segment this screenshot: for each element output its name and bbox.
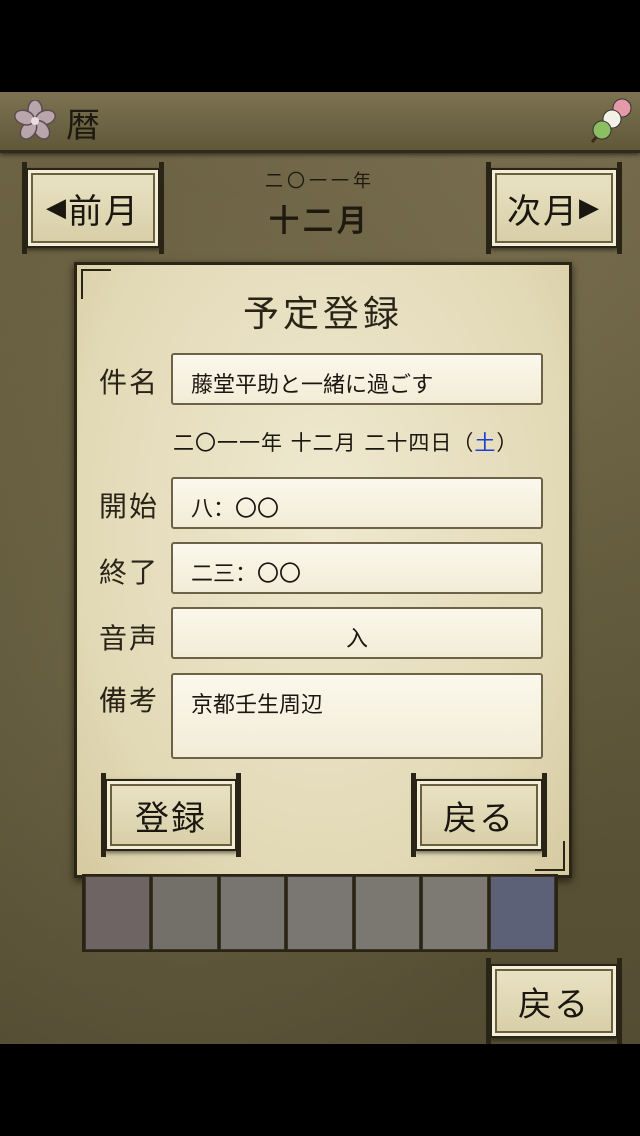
color-swatch[interactable]: [287, 876, 353, 950]
note-field[interactable]: 京都壬生周辺: [171, 673, 543, 759]
subject-field[interactable]: 藤堂平助と一緒に過ごす: [171, 353, 543, 405]
sound-label: 音声: [99, 622, 160, 655]
start-label: 開始: [99, 490, 160, 523]
prev-month-button[interactable]: ◀ 前月: [22, 162, 164, 254]
subject-label: 件名: [99, 366, 160, 399]
end-time-field[interactable]: 二三：〇〇: [171, 542, 543, 594]
color-palette: [82, 874, 558, 952]
date-close: ）: [496, 431, 519, 455]
sound-toggle[interactable]: 入: [171, 607, 543, 659]
title-bar: 暦: [0, 92, 640, 153]
start-time-field[interactable]: 八：〇〇: [171, 477, 543, 529]
end-label: 終了: [99, 556, 160, 589]
schedule-dialog: 予定登録 件名 藤堂平助と一緒に過ごす 二〇一一年 十二月 二十四日（土） 開始…: [74, 262, 572, 878]
dango-icon[interactable]: [586, 96, 634, 146]
dialog-title: 予定登録: [242, 294, 403, 335]
triangle-right-icon: ▶: [579, 193, 601, 223]
next-month-button[interactable]: 次月 ▶: [486, 162, 622, 254]
color-swatch[interactable]: [489, 876, 555, 950]
dialog-back-button[interactable]: 戻る: [411, 773, 547, 857]
date-line: 二〇一一年 十二月 二十四日（土）: [173, 427, 518, 457]
month-label: 十二月: [269, 204, 371, 239]
calendar-app: 暦 ◀ 前月 二〇一一年 十二月 次月 ▶ 予定登録 件名 藤堂平助と一緒に過ご…: [0, 92, 640, 1044]
color-swatch[interactable]: [152, 876, 218, 950]
app-title: 暦: [66, 106, 100, 146]
register-label: 登録: [135, 798, 207, 839]
next-month-label: 次月: [507, 191, 579, 232]
footer-back-label: 戻る: [518, 984, 590, 1025]
color-swatch[interactable]: [354, 876, 421, 950]
note-label: 備考: [99, 684, 160, 717]
dialog-back-label: 戻る: [443, 798, 515, 839]
year-label: 二〇一一年: [265, 171, 375, 192]
prev-month-label: 前月: [68, 191, 140, 232]
sakura-icon: [14, 100, 56, 140]
register-button[interactable]: 登録: [101, 773, 241, 857]
color-swatch[interactable]: [219, 876, 286, 950]
color-swatch[interactable]: [422, 876, 488, 950]
weekday-label: 土: [474, 431, 497, 455]
triangle-left-icon: ◀: [46, 193, 68, 223]
footer-back-button[interactable]: 戻る: [486, 958, 622, 1044]
color-swatch[interactable]: [85, 876, 151, 950]
date-text: 二〇一一年 十二月 二十四日（: [173, 431, 475, 455]
